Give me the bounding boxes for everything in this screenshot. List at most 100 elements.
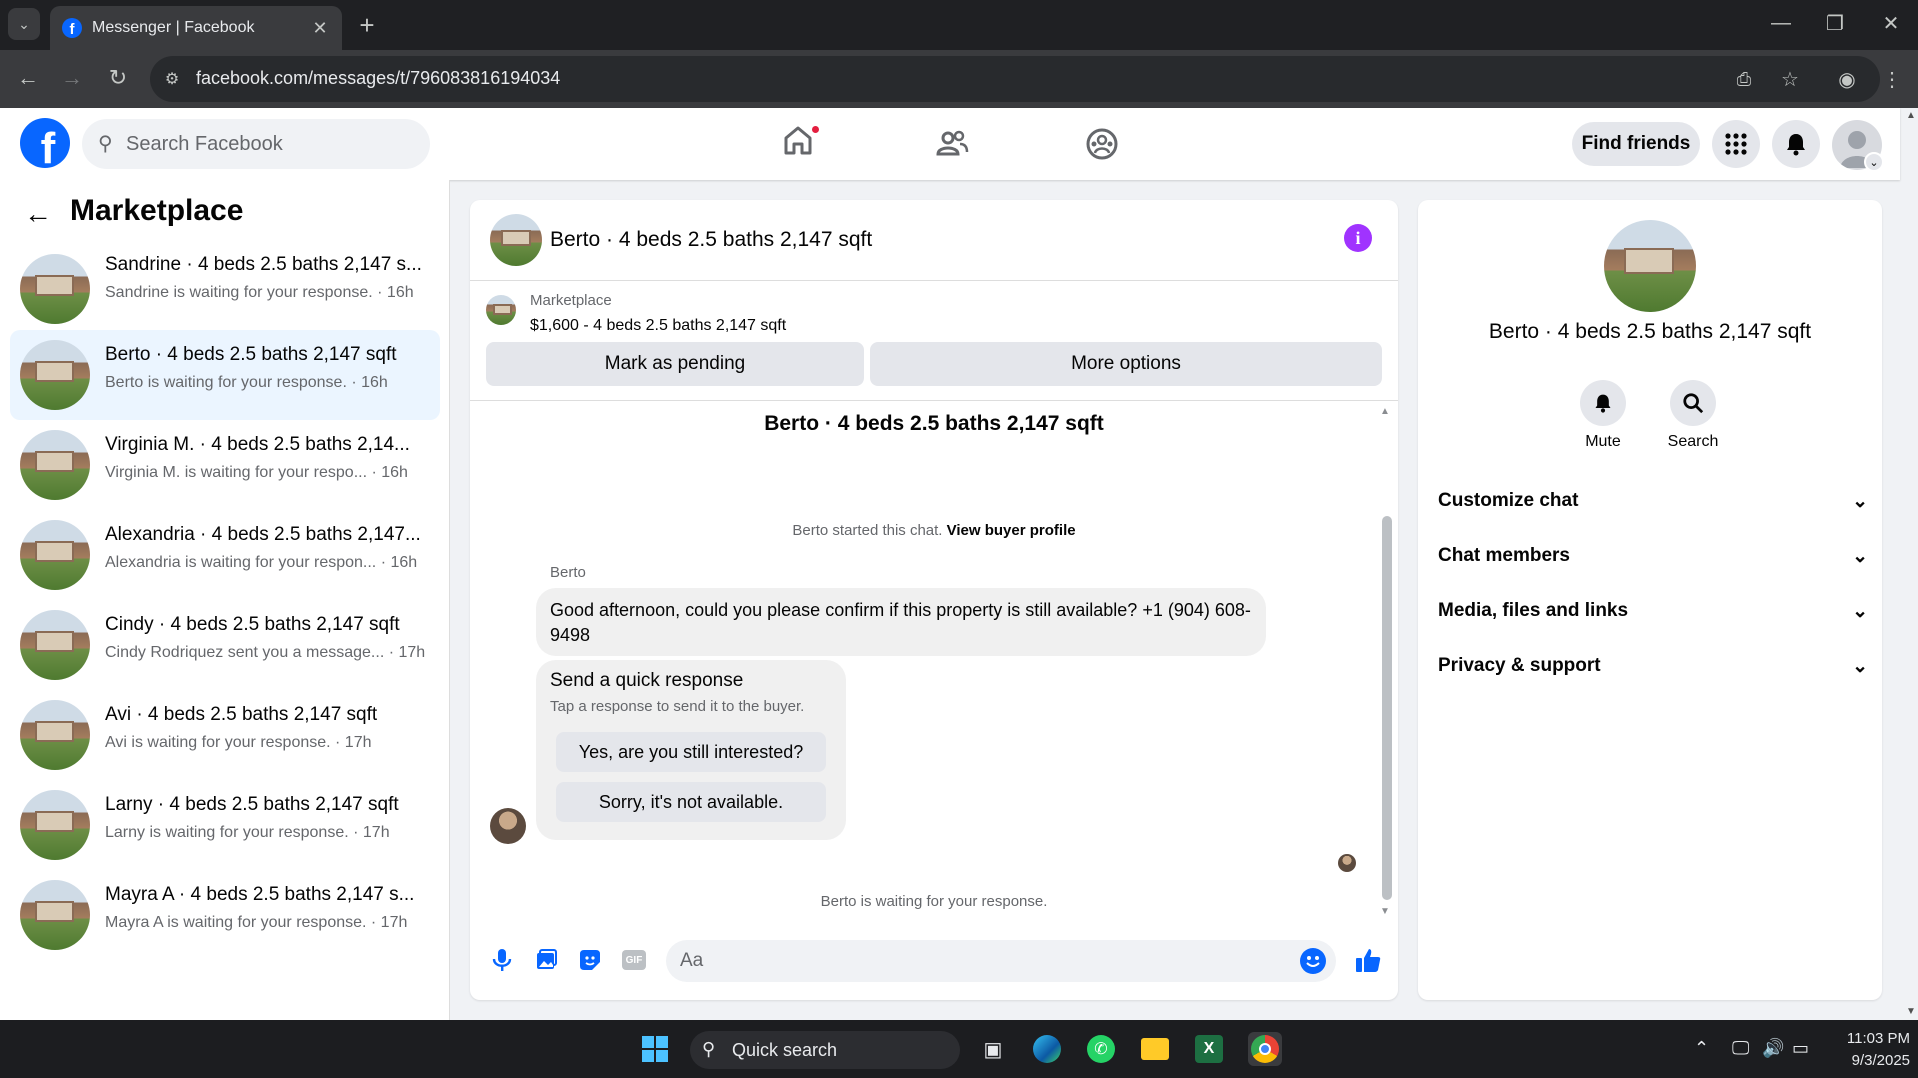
conversation-preview: Cindy Rodriquez sent you a message... · … xyxy=(105,644,426,661)
excel-icon[interactable]: X xyxy=(1192,1032,1226,1066)
profile-icon[interactable]: ◉ xyxy=(1832,64,1862,94)
scroll-up-arrow[interactable]: ▲ xyxy=(1906,110,1916,121)
tab-search-button[interactable]: ⌄ xyxy=(8,8,40,40)
windows-start-icon[interactable] xyxy=(638,1032,672,1066)
search-facebook-input[interactable]: ⚲ Search Facebook xyxy=(82,119,430,169)
back-icon[interactable]: ← xyxy=(12,62,44,94)
search-conversation-icon[interactable] xyxy=(1670,380,1716,426)
sender-name: Berto xyxy=(550,564,586,581)
media-files-links-section[interactable]: Media, files and links ⌄ xyxy=(1438,591,1868,631)
facebook-logo-icon[interactable]: f xyxy=(20,118,70,168)
privacy-support-section[interactable]: Privacy & support ⌄ xyxy=(1438,646,1868,686)
menu-kebab-icon[interactable]: ⋮ xyxy=(1880,64,1904,94)
chat-members-section[interactable]: Chat members ⌄ xyxy=(1438,536,1868,576)
scroll-down-arrow[interactable]: ▼ xyxy=(1380,906,1392,918)
taskbar-search[interactable]: ⚲ Quick search xyxy=(690,1031,960,1069)
notification-dot xyxy=(810,124,821,135)
view-buyer-profile-link[interactable]: View buyer profile xyxy=(947,522,1076,539)
scroll-down-arrow[interactable]: ▼ xyxy=(1906,1006,1916,1017)
conversation-item[interactable]: Larny · 4 beds 2.5 baths 2,147 sqft Larn… xyxy=(10,780,440,870)
like-thumbs-up-icon[interactable] xyxy=(1354,946,1382,974)
conversation-item[interactable]: Mayra A · 4 beds 2.5 baths 2,147 s... Ma… xyxy=(10,870,440,960)
microphone-icon[interactable] xyxy=(488,946,516,974)
chevron-up-icon[interactable]: ⌃ xyxy=(1694,1038,1709,1059)
restore-icon[interactable]: ❐ xyxy=(1820,8,1850,38)
clock-time[interactable]: 11:03 PM xyxy=(1830,1030,1910,1047)
close-tab-icon[interactable]: ✕ xyxy=(308,16,332,40)
whatsapp-icon[interactable]: ✆ xyxy=(1084,1032,1118,1066)
listing-thumbnail xyxy=(20,700,90,770)
message-bubble[interactable]: Good afternoon, could you please confirm… xyxy=(536,588,1266,656)
search-icon: ⚲ xyxy=(702,1039,716,1059)
chat-title[interactable]: Berto · 4 beds 2.5 baths 2,147 sqft xyxy=(550,228,872,252)
install-app-icon[interactable]: ⎙ xyxy=(1730,65,1758,93)
section-label: Chat members xyxy=(1438,545,1570,566)
listing-thumbnail xyxy=(20,520,90,590)
customize-chat-section[interactable]: Customize chat ⌄ xyxy=(1438,481,1868,521)
minimize-icon[interactable]: — xyxy=(1766,8,1796,38)
friends-nav-icon[interactable] xyxy=(934,126,974,166)
quick-reply-yes-button[interactable]: Yes, are you still interested? xyxy=(556,732,826,772)
chevron-down-icon[interactable]: ⌄ xyxy=(1864,152,1884,172)
back-arrow-icon[interactable]: ← xyxy=(24,198,52,230)
conversation-item[interactable]: Avi · 4 beds 2.5 baths 2,147 sqft Avi is… xyxy=(10,690,440,780)
groups-nav-icon[interactable] xyxy=(1084,126,1124,166)
edge-browser-icon[interactable] xyxy=(1030,1032,1064,1066)
menu-grid-icon[interactable] xyxy=(1712,120,1760,168)
section-label: Privacy & support xyxy=(1438,655,1601,676)
conversation-preview: Virginia M. is waiting for your respo...… xyxy=(105,464,408,481)
omnibox[interactable]: ⚙ facebook.com/messages/t/79608381619403… xyxy=(150,56,1880,102)
volume-icon[interactable]: 🔊 xyxy=(1762,1038,1784,1059)
home-nav-icon[interactable] xyxy=(780,122,824,166)
close-window-icon[interactable]: ✕ xyxy=(1876,8,1906,38)
conversation-preview: Berto is waiting for your response. · 16… xyxy=(105,374,388,391)
conversation-name: Alexandria · 4 beds 2.5 baths 2,147... xyxy=(105,524,421,545)
message-input[interactable]: Aa xyxy=(666,940,1336,982)
emoji-icon[interactable] xyxy=(1300,948,1326,974)
notifications-bell-icon[interactable] xyxy=(1772,120,1820,168)
battery-icon[interactable]: ▭ xyxy=(1792,1038,1809,1059)
browser-tab[interactable]: f Messenger | Facebook ✕ xyxy=(50,6,342,50)
info-icon[interactable]: i xyxy=(1344,224,1372,252)
url-text: facebook.com/messages/t/796083816194034 xyxy=(196,68,561,88)
sender-avatar[interactable] xyxy=(490,808,526,844)
chat-panel: Berto · 4 beds 2.5 baths 2,147 sqft i Ma… xyxy=(470,200,1398,1000)
sticker-icon[interactable] xyxy=(576,946,604,974)
facebook-header: f ⚲ Search Facebook Find friends ⌄ xyxy=(0,108,1900,180)
site-info-icon[interactable]: ⚙ xyxy=(160,67,184,91)
forward-icon[interactable]: → xyxy=(56,62,88,94)
listing-price[interactable]: $1,600 - 4 beds 2.5 baths 2,147 sqft xyxy=(530,317,786,335)
clock-date[interactable]: 9/3/2025 xyxy=(1830,1052,1910,1069)
quick-response-card: Send a quick response Tap a response to … xyxy=(536,660,846,840)
conversation-item[interactable]: Sandrine · 4 beds 2.5 baths 2,147 s... S… xyxy=(10,240,440,330)
search-label[interactable]: Search xyxy=(1643,433,1743,451)
quick-reply-no-button[interactable]: Sorry, it's not available. xyxy=(556,782,826,822)
conversation-item[interactable]: Cindy · 4 beds 2.5 baths 2,147 sqft Cind… xyxy=(10,600,440,690)
network-icon[interactable]: 🖵 xyxy=(1732,1038,1749,1059)
new-tab-icon[interactable]: + xyxy=(352,10,382,40)
chat-avatar[interactable] xyxy=(490,214,542,266)
listing-photo[interactable] xyxy=(1604,220,1696,312)
more-options-button[interactable]: More options xyxy=(870,342,1382,386)
mute-bell-icon[interactable] xyxy=(1580,380,1626,426)
mute-label[interactable]: Mute xyxy=(1553,433,1653,451)
conversation-item-selected[interactable]: Berto · 4 beds 2.5 baths 2,147 sqft Bert… xyxy=(10,330,440,420)
bookmark-star-icon[interactable]: ☆ xyxy=(1776,65,1804,93)
scroll-up-arrow[interactable]: ▲ xyxy=(1380,406,1392,418)
chevron-down-icon: ⌄ xyxy=(1852,600,1868,622)
listing-thumbnail xyxy=(20,340,90,410)
file-explorer-icon[interactable] xyxy=(1138,1032,1172,1066)
find-friends-button[interactable]: Find friends xyxy=(1572,122,1700,166)
photo-icon[interactable] xyxy=(532,946,560,974)
mark-as-pending-button[interactable]: Mark as pending xyxy=(486,342,864,386)
task-view-icon[interactable]: ▣ xyxy=(976,1032,1010,1066)
chrome-icon[interactable] xyxy=(1248,1032,1282,1066)
listing-thumbnail xyxy=(20,790,90,860)
gif-icon[interactable]: GIF xyxy=(620,946,648,974)
conversation-preview: Sandrine is waiting for your response. ·… xyxy=(105,284,414,301)
chat-scrollbar-thumb[interactable] xyxy=(1382,516,1392,900)
conversation-item[interactable]: Virginia M. · 4 beds 2.5 baths 2,14... V… xyxy=(10,420,440,510)
conversation-item[interactable]: Alexandria · 4 beds 2.5 baths 2,147... A… xyxy=(10,510,440,600)
page-scrollbar[interactable]: ▲ ▼ xyxy=(1904,110,1918,1020)
reload-icon[interactable]: ↻ xyxy=(102,62,134,94)
